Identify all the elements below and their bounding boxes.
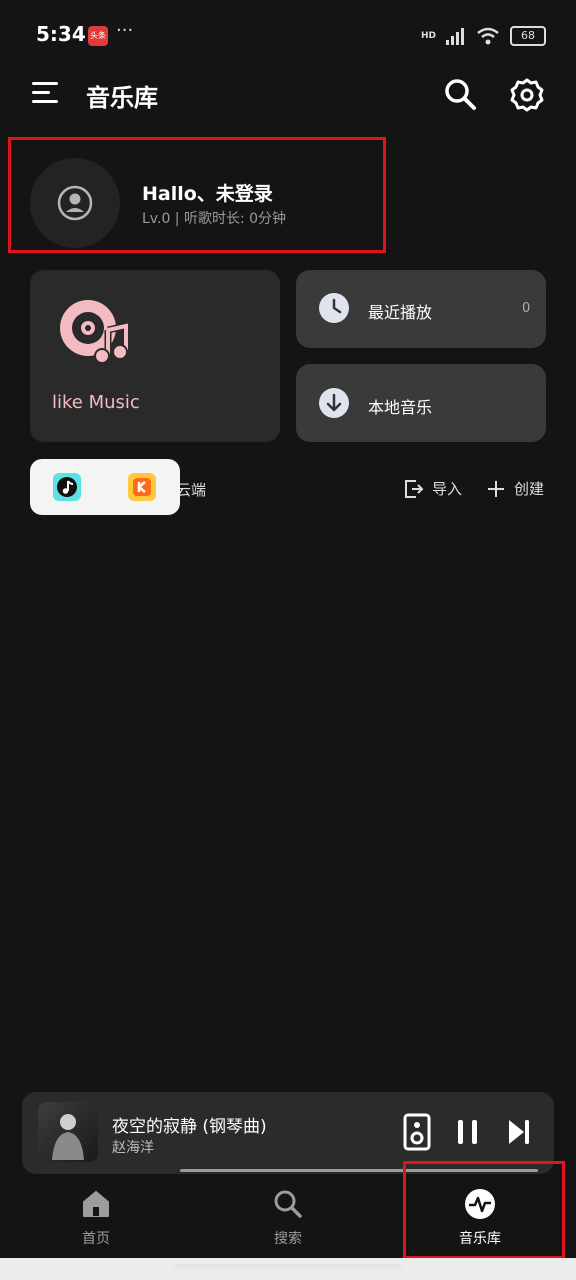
kuaishou-app-icon[interactable] bbox=[128, 473, 156, 501]
status-indicators: HD 68 bbox=[421, 26, 546, 46]
signal-icon bbox=[446, 28, 464, 45]
tiktok-app-icon[interactable] bbox=[53, 473, 81, 501]
nav-home-label: 首页 bbox=[82, 1231, 110, 1247]
nav-search[interactable]: 搜索 bbox=[192, 1180, 384, 1260]
local-music-label: 本地音乐 bbox=[368, 398, 433, 417]
news-app-icon: 头条 bbox=[88, 26, 108, 46]
system-nav-area bbox=[0, 1258, 576, 1280]
song-artist: 赵海洋 bbox=[112, 1140, 154, 1156]
create-label: 创建 bbox=[514, 480, 545, 498]
profile-level-info: Lv.0 | 听歌时长: 0分钟 bbox=[142, 211, 287, 227]
battery-indicator: 68 bbox=[510, 26, 546, 46]
page-title: 音乐库 bbox=[86, 84, 158, 112]
album-cover[interactable] bbox=[38, 1102, 98, 1162]
status-time: 5:34 bbox=[36, 22, 86, 46]
song-title: 夜空的寂静 (钢琴曲) bbox=[112, 1117, 267, 1137]
clock-icon bbox=[319, 293, 349, 323]
skip-next-icon[interactable] bbox=[506, 1118, 532, 1146]
create-button[interactable]: 创建 bbox=[486, 478, 544, 499]
cloud-tab-label[interactable]: 云端 bbox=[176, 479, 206, 500]
recent-play-count: 0 bbox=[522, 301, 531, 316]
like-music-label: like Music bbox=[52, 392, 140, 413]
network-hd-label: HD bbox=[420, 31, 436, 41]
plus-icon bbox=[488, 480, 504, 497]
profile-name[interactable]: Hallo、未登录 bbox=[142, 179, 273, 206]
nav-library-highlight bbox=[403, 1161, 565, 1259]
home-indicator[interactable] bbox=[174, 1264, 402, 1269]
home-icon bbox=[83, 1191, 109, 1217]
speaker-device-icon[interactable] bbox=[403, 1113, 431, 1151]
gear-icon[interactable] bbox=[508, 76, 546, 114]
search-icon bbox=[274, 1190, 302, 1218]
nav-search-label: 搜索 bbox=[274, 1231, 302, 1247]
import-icon bbox=[405, 479, 424, 498]
search-icon[interactable] bbox=[442, 76, 478, 112]
more-notifications-icon: ··· bbox=[116, 20, 134, 41]
menu-icon[interactable] bbox=[30, 80, 60, 106]
pause-icon[interactable] bbox=[456, 1118, 480, 1146]
download-icon bbox=[319, 388, 349, 418]
wifi-icon bbox=[477, 27, 499, 45]
recent-play-label: 最近播放 bbox=[368, 303, 433, 322]
import-button[interactable]: 导入 bbox=[404, 478, 462, 499]
user-icon bbox=[57, 185, 93, 221]
music-disc-icon bbox=[60, 300, 130, 364]
nav-home[interactable]: 首页 bbox=[0, 1180, 192, 1260]
import-label: 导入 bbox=[432, 480, 463, 498]
